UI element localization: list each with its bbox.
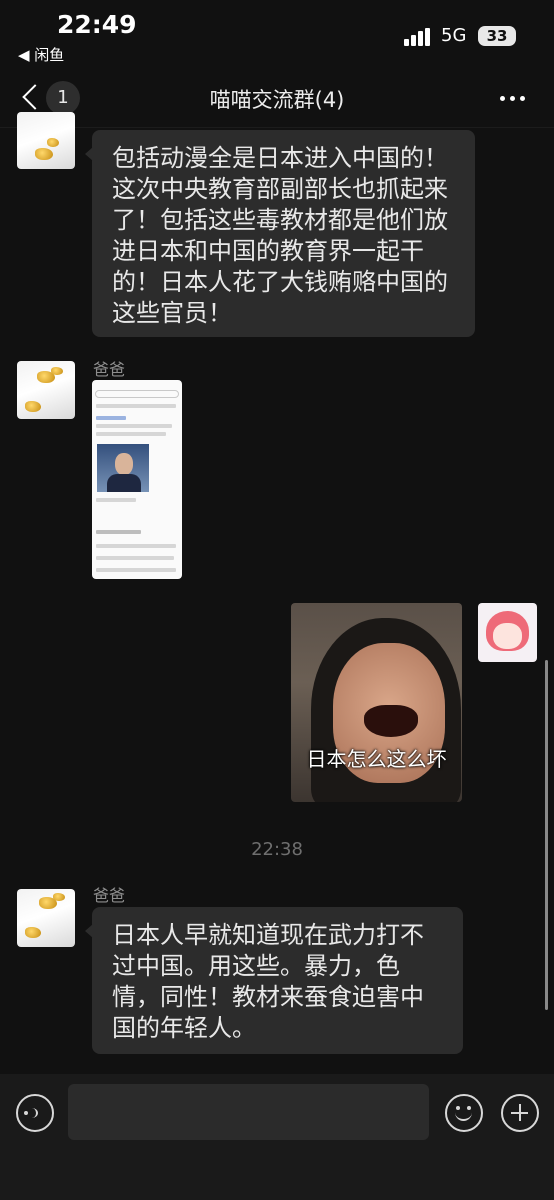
status-time: 22:49	[57, 10, 137, 39]
avatar[interactable]	[17, 889, 75, 947]
sender-name: 爸爸	[93, 360, 126, 379]
gold-decor-icon	[51, 367, 63, 375]
gold-decor-icon	[53, 893, 65, 901]
my-avatar[interactable]	[478, 603, 537, 662]
gold-decor-icon	[47, 138, 59, 147]
shared-screenshot-image[interactable]	[92, 380, 182, 579]
sender-name: 爸爸	[93, 886, 126, 905]
search-bar-thumb	[95, 390, 179, 398]
plus-icon[interactable]	[501, 1094, 539, 1132]
message-bubble[interactable]: 包括动漫全是日本进入中国的！这次中央教育部副部长也抓起来了！包括这些毒教材都是他…	[85, 130, 475, 337]
network-type: 5G	[441, 25, 467, 46]
message-input[interactable]	[68, 1084, 429, 1140]
avatar[interactable]	[17, 361, 75, 419]
gold-decor-icon	[25, 401, 41, 412]
gold-decor-icon	[25, 927, 41, 938]
meme-caption: 日本怎么这么坏	[306, 747, 447, 771]
scrollbar[interactable]	[545, 660, 548, 1010]
news-photo-thumb	[97, 444, 149, 492]
message-bubble[interactable]: 日本人早就知道现在武力打不过中国。用这些。暴力，色情，同性！教材来蚕食迫害中国的…	[85, 907, 463, 1054]
emoji-icon[interactable]	[445, 1094, 483, 1132]
input-bar	[0, 1074, 554, 1200]
status-bar: 22:49 ◀ 闲鱼 5G 33	[0, 0, 554, 70]
gold-decor-icon	[35, 148, 53, 160]
voice-icon[interactable]	[16, 1094, 54, 1132]
meme-image[interactable]: 日本怎么这么坏	[291, 603, 462, 802]
avatar[interactable]	[17, 112, 75, 169]
time-divider: 22:38	[251, 839, 303, 860]
battery-icon: 33	[478, 26, 516, 46]
back-to-app-link[interactable]: ◀ 闲鱼	[18, 44, 64, 65]
chat-title: 喵喵交流群(4)	[209, 88, 345, 112]
signal-icon	[404, 28, 434, 46]
chat-header: 1 喵喵交流群(4)	[0, 70, 554, 128]
more-options-icon[interactable]	[500, 96, 528, 102]
